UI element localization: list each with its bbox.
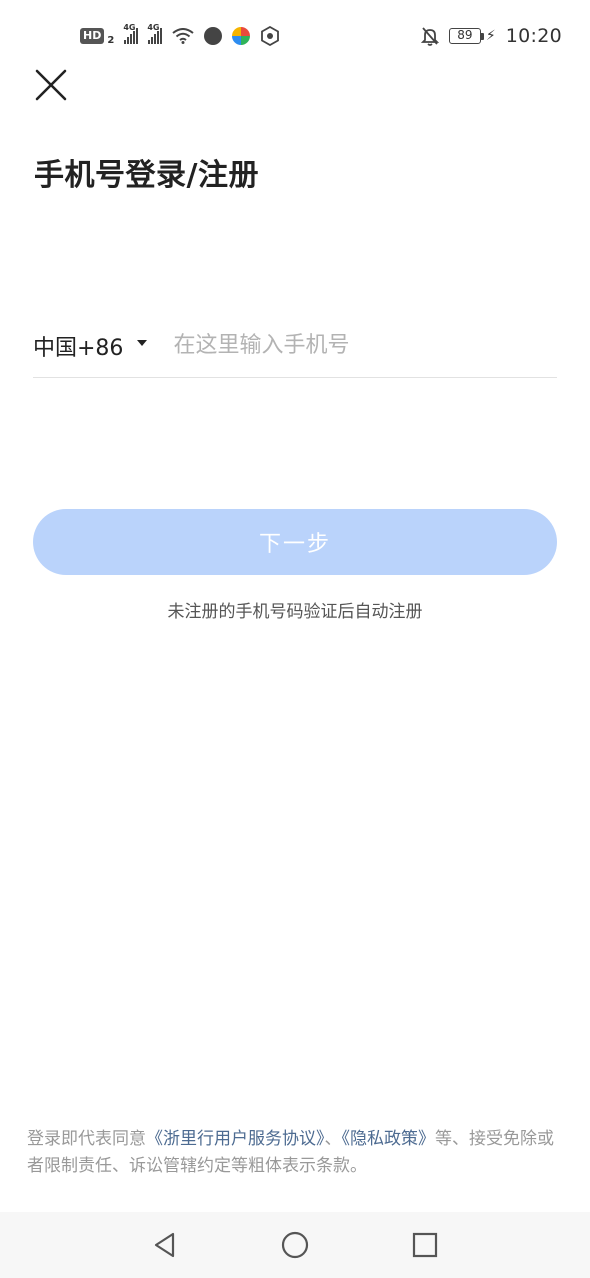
user-service-agreement-link[interactable]: 《浙里行用户服务协议》 xyxy=(146,1129,325,1149)
page-title: 手机号登录/注册 xyxy=(34,158,259,193)
nav-recents-button[interactable] xyxy=(405,1225,445,1265)
privacy-policy-link[interactable]: 《隐私政策》 xyxy=(342,1129,436,1149)
network-type-label: 4G xyxy=(147,23,160,32)
close-icon xyxy=(35,69,67,101)
network-type-label: 4G xyxy=(123,23,136,32)
recents-icon xyxy=(412,1232,438,1258)
phone-number-input[interactable] xyxy=(173,325,557,366)
battery-level: 89 xyxy=(448,28,481,44)
agreement-separator: 、 xyxy=(324,1129,342,1149)
nav-back-button[interactable] xyxy=(145,1225,185,1265)
country-code-select[interactable]: 中国+86 xyxy=(33,330,159,362)
sim-slot-label: 2 xyxy=(107,34,115,46)
status-left: HD 2 4G 4G xyxy=(80,23,280,46)
country-code-label: 中国+86 xyxy=(33,335,124,361)
app-icon xyxy=(232,27,251,45)
agreement-text: 登录即代表同意《浙里行用户服务协议》、《隐私政策》等、接受免除或者限制责任、诉讼… xyxy=(27,1126,567,1180)
app-icon xyxy=(261,26,280,46)
back-icon xyxy=(154,1232,175,1258)
app-icon xyxy=(204,27,223,45)
phone-input-row: 中国+86 xyxy=(33,314,557,378)
dropdown-caret-icon xyxy=(137,339,148,346)
hd-icon: HD xyxy=(80,28,105,44)
agreement-prefix: 登录即代表同意 xyxy=(27,1129,146,1149)
signal-icon: 4G xyxy=(123,23,139,44)
login-screen: HD 2 4G 4G 89 ⚡︎ 10:20 手机号登录/注册 中国+86 在这… xyxy=(0,0,590,1278)
close-button[interactable] xyxy=(32,66,70,104)
system-nav-bar xyxy=(0,1212,590,1278)
wifi-icon xyxy=(172,28,194,44)
charging-icon: ⚡︎ xyxy=(485,28,496,44)
battery-icon: 89 ⚡︎ xyxy=(448,28,496,44)
clock: 10:20 xyxy=(505,25,562,47)
status-right: 89 ⚡︎ 10:20 xyxy=(420,25,562,47)
next-step-button[interactable]: 下一步 xyxy=(33,509,557,575)
home-icon xyxy=(281,1231,309,1259)
mute-icon xyxy=(420,27,439,46)
auto-register-hint: 未注册的手机号码验证后自动注册 xyxy=(167,602,423,622)
status-bar: HD 2 4G 4G 89 ⚡︎ 10:20 xyxy=(0,0,590,72)
nav-home-button[interactable] xyxy=(275,1225,315,1265)
signal-icon: 4G xyxy=(147,23,163,44)
